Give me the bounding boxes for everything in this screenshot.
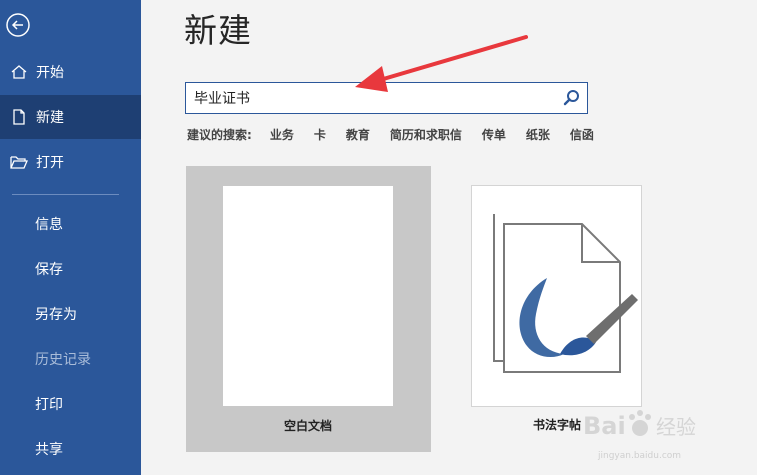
template-thumbnail [223, 186, 393, 406]
sidebar-item-label: 共享 [35, 442, 63, 458]
suggested-searches: 建议的搜索: 业务 卡 教育 简历和求职信 传单 纸张 信函 [187, 125, 614, 143]
back-arrow-icon [6, 13, 30, 37]
svg-text:经验: 经验 [656, 415, 696, 439]
sidebar-item-label: 保存 [35, 262, 63, 278]
sidebar-item-label: 另存为 [35, 307, 77, 323]
sidebar-item-home[interactable]: 开始 [0, 50, 141, 94]
home-icon [10, 63, 28, 81]
suggested-link[interactable]: 简历和求职信 [390, 126, 462, 143]
back-button[interactable] [5, 12, 31, 38]
sidebar-divider [12, 194, 119, 195]
sidebar-item-save[interactable]: 保存 [0, 247, 141, 291]
suggested-searches-label: 建议的搜索: [187, 127, 252, 142]
watermark-url: jingyan.baidu.com [598, 451, 682, 461]
suggested-link[interactable]: 业务 [270, 126, 294, 143]
sidebar-item-label: 新建 [36, 110, 64, 126]
sidebar-item-share[interactable]: 共享 [0, 427, 141, 471]
search-button[interactable] [563, 89, 581, 107]
page-title: 新建 [184, 11, 252, 50]
sidebar-item-label: 历史记录 [35, 352, 91, 368]
calligraphy-brush-icon [493, 214, 638, 373]
suggested-link[interactable]: 信函 [570, 126, 594, 143]
suggested-link[interactable]: 传单 [482, 126, 506, 143]
suggested-link[interactable]: 卡 [314, 126, 326, 143]
search-icon [563, 90, 579, 106]
backstage-sidebar: 开始 新建 打开 信息 保存 另存为 历史记录 打印 共享 [0, 0, 141, 475]
new-document-icon [10, 108, 28, 126]
open-folder-icon [10, 153, 28, 171]
template-label: 书法字帖 [532, 418, 581, 432]
sidebar-item-new[interactable]: 新建 [0, 95, 141, 139]
suggested-link[interactable]: 教育 [346, 126, 370, 143]
suggested-link[interactable]: 纸张 [526, 126, 550, 143]
template-search-box [185, 82, 588, 114]
template-label: 空白文档 [283, 419, 332, 433]
sidebar-item-label: 信息 [35, 217, 63, 233]
template-calligraphy[interactable]: 书法字帖 [471, 185, 642, 432]
sidebar-item-label: 打开 [36, 155, 64, 171]
sidebar-item-print[interactable]: 打印 [0, 382, 141, 426]
template-blank-document[interactable]: 空白文档 [186, 166, 431, 452]
sidebar-item-label: 打印 [35, 397, 63, 413]
sidebar-item-history[interactable]: 历史记录 [0, 337, 141, 381]
sidebar-item-label: 开始 [36, 65, 64, 81]
sidebar-item-save-as[interactable]: 另存为 [0, 292, 141, 336]
sidebar-item-open[interactable]: 打开 [0, 140, 141, 184]
baidu-jingyan-watermark: Bai 经验 jingyan.baidu.com [578, 404, 748, 464]
search-input[interactable] [186, 83, 556, 113]
sidebar-item-info[interactable]: 信息 [0, 202, 141, 246]
